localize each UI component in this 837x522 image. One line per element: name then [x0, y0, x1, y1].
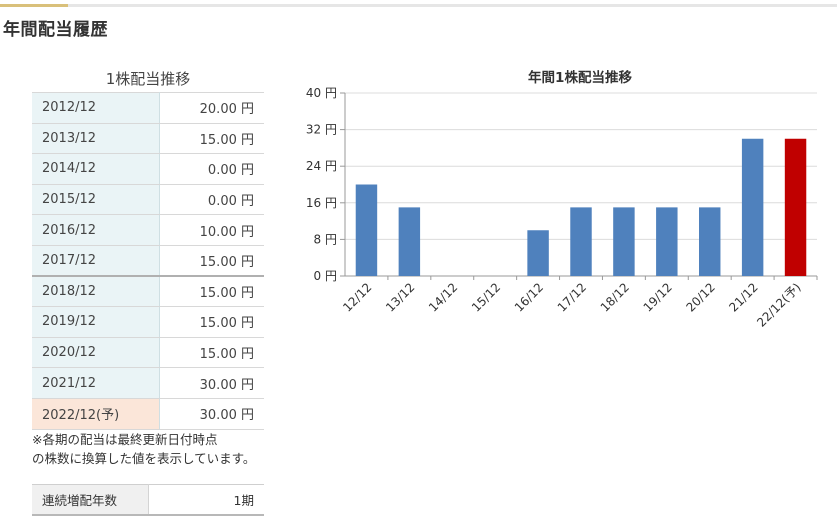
bar — [570, 207, 592, 276]
bar — [699, 207, 721, 276]
x-tick-label: 17/12 — [555, 280, 589, 314]
x-tick-label: 12/12 — [340, 280, 374, 314]
y-tick-label: 0 円 — [314, 269, 337, 283]
forecast-bar — [784, 138, 807, 276]
dividend-bar-chart: 0 円 8 円 16 円 24 円 32 円 40 円 12/12 13/12 14/12 15/… — [306, 86, 818, 330]
y-tick-label: 8 円 — [314, 232, 337, 246]
y-tick-label: 16 円 — [306, 196, 337, 210]
bar — [527, 230, 549, 276]
x-tick-label: 13/12 — [383, 280, 417, 314]
x-tick-label: 15/12 — [469, 280, 503, 314]
x-tick-label: 18/12 — [598, 280, 632, 314]
y-tick-label: 24 円 — [306, 159, 337, 173]
y-tick-label: 40 円 — [306, 86, 337, 100]
y-tick-label: 32 円 — [306, 123, 337, 137]
bar — [741, 138, 764, 276]
bar — [398, 207, 421, 276]
bar — [613, 207, 635, 276]
x-tick-label: 19/12 — [641, 280, 675, 314]
x-tick-label: 21/12 — [726, 280, 760, 314]
bar — [656, 207, 678, 276]
x-tick-label: 14/12 — [426, 280, 460, 314]
x-tick-label: 22/12(予) — [754, 280, 803, 329]
x-tick-label: 16/12 — [512, 280, 546, 314]
x-tick-label: 20/12 — [683, 280, 717, 314]
bar — [355, 184, 378, 276]
